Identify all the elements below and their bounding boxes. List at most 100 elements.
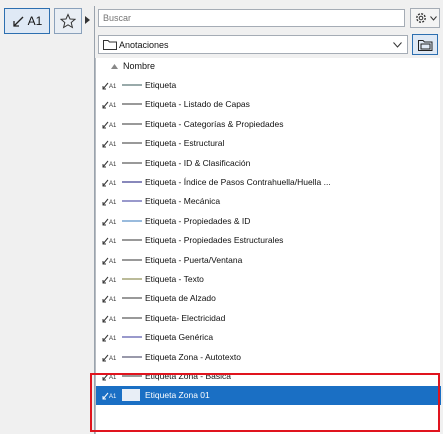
label-tool-icon: A1	[102, 158, 118, 168]
preview-thumbnail	[122, 219, 142, 222]
label-tool-text: A1	[27, 14, 43, 28]
preview-thumbnail	[122, 200, 142, 203]
preview-thumbnail	[122, 142, 142, 145]
svg-text:A1: A1	[109, 375, 117, 381]
list-item[interactable]: A1 Etiqueta - Estructural	[96, 134, 441, 153]
preview-thumbnail	[122, 389, 140, 402]
list-item-label: Etiqueta- Electricidad	[145, 312, 226, 323]
list-item[interactable]: A1 Etiqueta - Categorías & Propiedades	[96, 115, 441, 134]
preview-thumbnail	[122, 316, 142, 319]
search-input[interactable]	[99, 10, 404, 26]
expand-arrow-icon[interactable]	[84, 14, 92, 26]
preview-thumbnail	[122, 355, 142, 358]
preview-thumbnail	[122, 181, 142, 183]
list-item-label: Etiqueta - ID & Clasificación	[145, 157, 251, 168]
preview-thumbnail	[122, 375, 142, 377]
search-field[interactable]	[98, 9, 405, 27]
label-arrow-icon	[13, 16, 24, 27]
list-item-label: Etiqueta - Listado de Capas	[145, 99, 250, 110]
label-tool-icon: A1	[102, 196, 118, 206]
chevron-down-icon	[393, 42, 402, 48]
label-tool-icon: A1	[102, 313, 118, 323]
preview-thumbnail	[122, 84, 142, 86]
list-item[interactable]: A1 Etiqueta - Mecánica	[96, 192, 441, 211]
column-header-nombre[interactable]: Nombre	[96, 58, 441, 74]
list-item[interactable]: A1 Etiqueta Zona - Básica	[96, 367, 441, 386]
label-tool-icon: A1	[102, 352, 118, 362]
folder-open-icon	[417, 39, 432, 51]
label-tool-icon: A1	[102, 293, 118, 303]
svg-text:A1: A1	[109, 103, 117, 109]
star-icon	[60, 13, 76, 29]
list-item-label: Etiqueta - Propiedades Estructurales	[145, 235, 284, 246]
list-item[interactable]: A1 Etiqueta- Electricidad	[96, 309, 441, 328]
label-tool-icon: A1	[102, 371, 118, 381]
preview-thumbnail	[122, 122, 142, 125]
label-tool-icon: A1	[102, 80, 118, 90]
preview-thumbnail	[122, 278, 142, 280]
preview-thumbnail	[122, 103, 142, 106]
column-header-label: Nombre	[123, 61, 156, 71]
label-tool-icon: A1	[102, 177, 118, 187]
label-tool-icon: A1	[102, 99, 118, 109]
label-tool-icon: A1	[102, 235, 118, 245]
folder-view-button[interactable]	[412, 34, 438, 55]
list-item-label: Etiqueta - Propiedades & ID	[145, 215, 251, 226]
label-tool-icon: A1	[102, 216, 118, 226]
svg-text:A1: A1	[109, 394, 117, 400]
favorites-button[interactable]	[54, 8, 82, 34]
label-tool-button[interactable]: A1	[4, 8, 50, 34]
list-item-label: Etiqueta - Puerta/Ventana	[145, 254, 243, 265]
list-item[interactable]: A1 Etiqueta - Índice de Pasos Contrahuell…	[96, 173, 441, 192]
svg-text:A1: A1	[109, 356, 117, 362]
list-item-label: Etiqueta Zona 01	[145, 390, 210, 401]
list-item[interactable]: A1 Etiqueta - Texto	[96, 270, 441, 289]
svg-text:A1: A1	[109, 278, 117, 284]
list-item-label: Etiqueta - Estructural	[145, 138, 225, 149]
list-item-label: Etiqueta - Índice de Pasos Contrahuella/…	[145, 177, 331, 187]
list-item[interactable]: A1 Etiqueta Zona 01	[96, 386, 441, 406]
svg-text:A1: A1	[109, 220, 117, 226]
list-item-label: Etiqueta	[145, 80, 177, 90]
svg-text:A1: A1	[109, 84, 117, 90]
preview-thumbnail	[122, 258, 142, 261]
list-item[interactable]: A1 Etiqueta - Propiedades & ID	[96, 212, 441, 231]
label-tool-icon: A1	[102, 332, 118, 342]
svg-text:A1: A1	[109, 336, 117, 342]
preview-thumbnail	[122, 161, 142, 164]
list-item[interactable]: A1 Etiqueta - Propiedades Estructurales	[96, 231, 441, 250]
folder-select[interactable]: Anotaciones	[98, 35, 408, 54]
list-item-label: Etiqueta - Mecánica	[145, 196, 221, 207]
svg-text:A1: A1	[109, 142, 117, 148]
label-tool-icon: A1	[102, 255, 118, 265]
list-item-label: Etiqueta Zona - Autotexto	[145, 351, 241, 362]
svg-text:A1: A1	[109, 162, 117, 168]
chevron-down-icon	[429, 15, 437, 21]
label-tool-icon: A1	[102, 119, 118, 129]
list-item-label: Etiqueta Genérica	[145, 332, 214, 343]
preview-thumbnail	[122, 336, 142, 339]
svg-text:A1: A1	[109, 239, 117, 245]
list-item[interactable]: A1 Etiqueta - Puerta/Ventana	[96, 251, 441, 270]
label-tool-icon: A1	[102, 138, 118, 148]
preview-thumbnail	[122, 297, 142, 300]
item-list: Nombre A1 Etiqueta A1 Etiqueta - Listado de…	[95, 58, 441, 434]
gear-icon	[415, 13, 426, 23]
svg-text:A1: A1	[109, 123, 117, 129]
list-item-label: Etiqueta Zona - Básica	[145, 371, 231, 381]
list-item[interactable]: A1 Etiqueta - ID & Clasificación	[96, 154, 441, 173]
list-item-label: Etiqueta de Alzado	[145, 293, 216, 304]
folder-icon	[103, 40, 117, 50]
svg-text:A1: A1	[109, 200, 117, 206]
list-item[interactable]: A1 Etiqueta de Alzado	[96, 289, 441, 308]
label-tool-icon: A1	[102, 274, 118, 284]
folder-select-value: Anotaciones	[119, 39, 169, 50]
settings-button[interactable]	[410, 8, 440, 28]
svg-text:A1: A1	[109, 259, 117, 265]
list-item[interactable]: A1 Etiqueta	[96, 76, 441, 95]
list-item[interactable]: A1 Etiqueta Zona - Autotexto	[96, 348, 441, 367]
list-item[interactable]: A1 Etiqueta Genérica	[96, 328, 441, 347]
list-item-label: Etiqueta - Categorías & Propiedades	[145, 118, 284, 129]
list-item[interactable]: A1 Etiqueta - Listado de Capas	[96, 95, 441, 114]
svg-text:A1: A1	[109, 297, 117, 303]
